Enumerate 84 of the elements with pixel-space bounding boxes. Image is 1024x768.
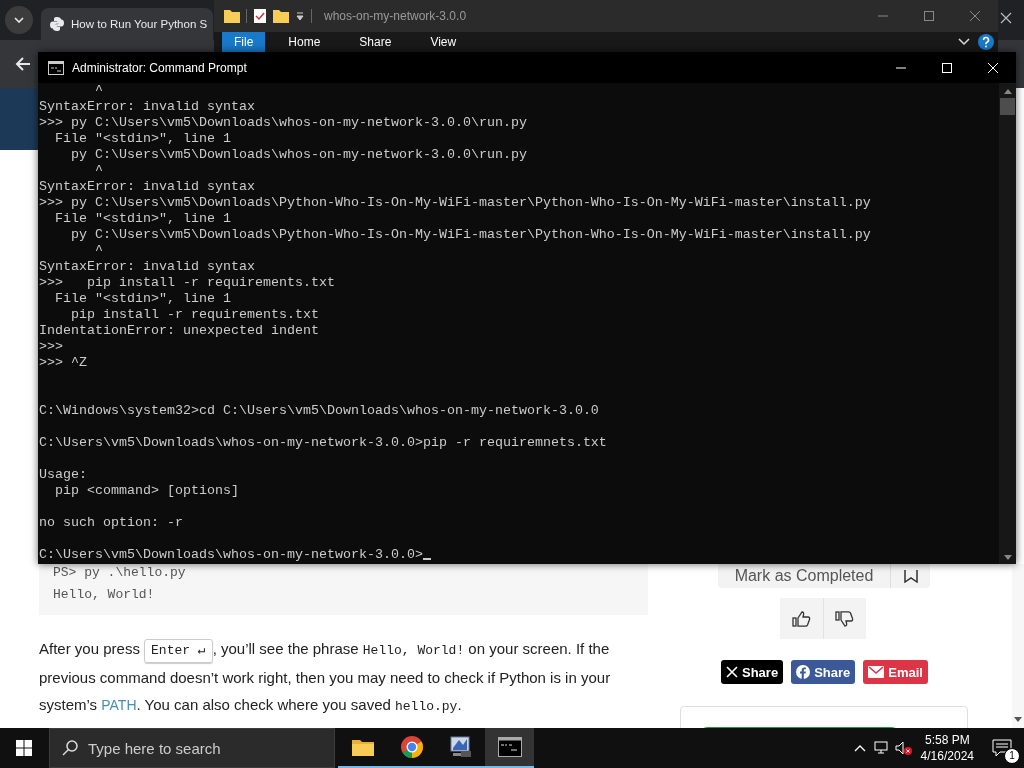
terminal-line: ^ [94,243,103,259]
terminal-line: C:\Users\vm5\Downloads\whos-on-my-network-3.0.0>pip -r requiremnets.txt [39,435,607,451]
share-button[interactable]: Share [791,660,856,684]
thumbs-down-icon [835,609,855,628]
folder-icon [350,737,375,757]
ribbon-tab[interactable]: View [414,32,473,52]
down-arrow-icon[interactable] [1003,555,1012,560]
search-icon [62,740,78,756]
code-line: PS> py .\hello.py [53,565,187,581]
down-arrow-icon[interactable] [1014,717,1022,722]
scrollbar[interactable] [999,83,1016,564]
caret-icon [853,744,866,752]
terminal-line: SyntaxError: invalid syntax [39,259,255,275]
mark-completed-button[interactable]: Mark as Completed [718,564,890,588]
terminal-line: SyntaxError: invalid syntax [39,99,255,115]
clock[interactable]: 5:58 PM 4/16/2024 [914,732,980,764]
maximize-icon [924,11,934,21]
share-button[interactable]: Share [721,660,784,684]
ribbon-tab[interactable]: File [222,32,266,52]
window-title: whos-on-my-network-3.0.0 [324,9,467,23]
terminal-icon [48,60,64,75]
terminal-line: IndentationError: unexpected indent [39,323,319,339]
enter-key: Enter ↵ [144,639,213,663]
ribbon-tab[interactable]: Home [272,32,337,52]
browser-icon [399,735,424,759]
envelope-icon [868,666,885,678]
terminal-line: >>> py C:\Users\vm5\Downloads\whos-on-my-network-3.0.0\run.py [39,115,527,131]
facebook-icon [796,665,811,679]
x-logo-icon [726,666,738,678]
expand-ribbon-icon[interactable] [958,38,970,46]
terminal-line: Usage: [39,467,87,483]
terminal-line: >>> [39,339,63,355]
terminal-line: pip <command> [options] [54,483,239,499]
paragraph: After you press Enter ↵ , you’ll see the phrase Hello, World! on your screen. If the previous command doesn’t work right, then you may need to check if Python is in your system’s PATH. You can also check where you saved hello.py. [39,638,612,716]
search-field[interactable]: Type here to search [49,728,335,768]
maximize-icon [942,62,952,73]
terminal-line: SyntaxError: invalid syntax [39,179,255,195]
bookmark-icon [903,569,918,583]
terminal-line: >>> pip install -r requirements.txt [39,275,335,291]
terminal-line: no such option: -r [39,515,183,531]
windows-logo-icon [16,740,32,756]
like-button[interactable] [780,598,823,639]
close-icon [970,11,980,21]
terminal-line: C:\Windows\system32>cd C:\Users\vm5\Downloads\whos-on-my-network-3.0.0 [39,403,599,419]
bookmark-button[interactable] [890,564,930,588]
notification-count: 1 [1004,748,1020,764]
terminal-line: py C:\Users\vm5\Downloads\whos-on-my-network-3.0.0\run.py [70,147,527,163]
ribbon-tab[interactable]: Share [343,32,408,52]
tab-list-button[interactable] [5,6,33,34]
terminal-line: >>> py C:\Users\vm5\Downloads\Python-Who-Is-On-My-WiFi-master\Python-Who-Is-On-My-WiFi-master\install.py [39,195,871,211]
terminal-line: pip install -r requirements.txt [70,307,319,323]
dropdown-icon[interactable] [295,11,305,21]
close-icon [988,62,998,73]
folder-icon [224,9,240,23]
new-folder-icon[interactable] [273,9,289,23]
close-icon[interactable] [1000,12,1012,24]
monitor-icon [448,735,473,759]
terminal-line: >>> ^Z [39,355,87,371]
terminal-icon [497,737,522,757]
terminal-line: File "<stdin>", line 1 [54,211,231,227]
code-line: Hello, World! [53,587,156,603]
terminal-line: ^ [94,163,103,179]
terminal-line: File "<stdin>", line 1 [54,131,231,147]
scrollbar[interactable] [1012,564,1024,728]
speech-bubble-icon [992,739,1012,757]
terminal-line: py C:\Users\vm5\Downloads\Python-Who-Is-On-My-WiFi-master\Python-Who-Is-On-My-WiFi-master\install.py [70,227,871,243]
back-arrow-icon[interactable] [14,55,32,73]
terminal-line: C:\Users\vm5\Downloads\whos-on-my-network-3.0.0> [39,547,431,563]
window-title: Administrator: Command Prompt [72,60,247,75]
checklist-icon[interactable] [253,8,267,24]
dislike-button[interactable] [823,598,866,639]
share-button[interactable]: Email [863,660,928,684]
taskbar-app[interactable] [485,728,534,768]
help-icon[interactable] [978,34,994,50]
scroll-thumb[interactable] [1000,98,1015,115]
notification-button[interactable]: 1 [980,728,1024,768]
terminal-line: ^ [94,83,103,99]
path-link[interactable]: PATH [101,697,137,713]
caret-icon [14,17,24,23]
browser-tab[interactable]: How to Run Your Python S [41,8,213,40]
up-arrow-icon[interactable] [1003,89,1012,94]
python-icon [49,16,65,32]
terminal-line: File "<stdin>", line 1 [54,291,231,307]
thumbs-up-icon [791,609,812,628]
